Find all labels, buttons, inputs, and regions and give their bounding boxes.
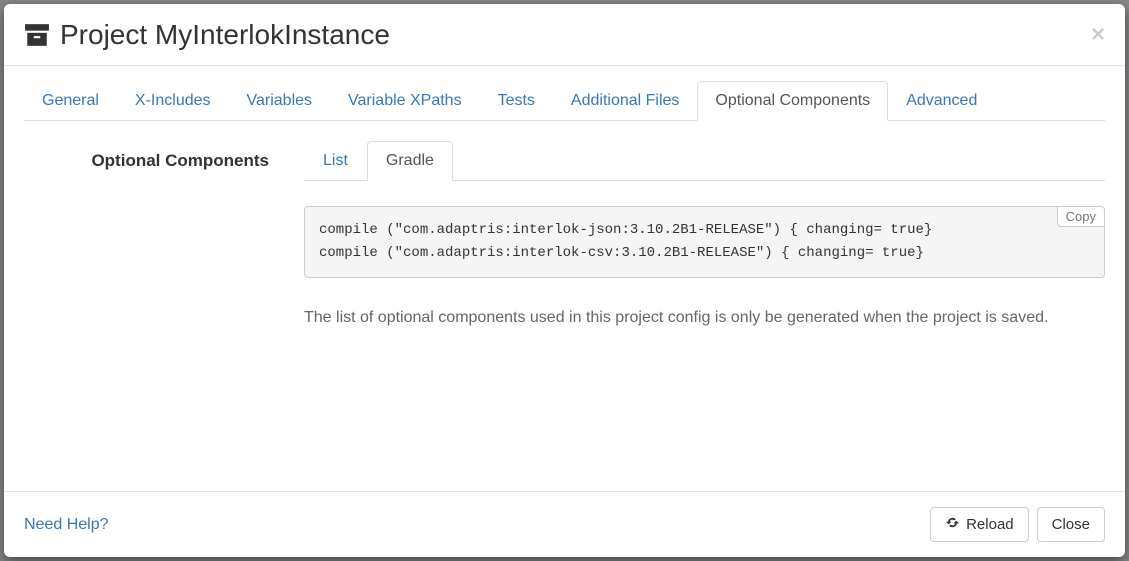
- tab-additional-files[interactable]: Additional Files: [553, 81, 698, 121]
- tab-optional-components[interactable]: Optional Components: [697, 81, 888, 121]
- close-button[interactable]: Close: [1037, 507, 1105, 542]
- reload-icon: [945, 515, 960, 534]
- content-main: List Gradle Copy compile ("com.adaptris:i…: [304, 141, 1105, 330]
- project-modal: Project MyInterlokInstance × General X-I…: [4, 4, 1125, 557]
- tab-variables[interactable]: Variables: [229, 81, 331, 121]
- tab-tests[interactable]: Tests: [480, 81, 553, 121]
- tab-x-includes[interactable]: X-Includes: [117, 81, 229, 121]
- content-row: Optional Components List Gradle Copy comp…: [24, 141, 1105, 330]
- tab-variable-xpaths[interactable]: Variable XPaths: [330, 81, 480, 121]
- reload-label: Reload: [966, 516, 1014, 533]
- modal-header: Project MyInterlokInstance ×: [4, 4, 1125, 66]
- sub-tab-list[interactable]: List: [304, 141, 367, 181]
- modal-title: Project MyInterlokInstance: [24, 19, 390, 51]
- modal-body: General X-Includes Variables Variable XP…: [4, 66, 1125, 491]
- close-icon[interactable]: ×: [1091, 23, 1105, 47]
- info-text: The list of optional components used in …: [304, 306, 1105, 330]
- modal-title-text: Project MyInterlokInstance: [60, 19, 390, 51]
- tab-advanced[interactable]: Advanced: [888, 81, 995, 121]
- sub-tab-gradle[interactable]: Gradle: [367, 141, 453, 181]
- help-link[interactable]: Need Help?: [24, 516, 109, 534]
- code-content: compile ("com.adaptris:interlok-json:3.1…: [319, 222, 932, 261]
- section-heading: Optional Components: [24, 141, 284, 330]
- copy-button[interactable]: Copy: [1057, 206, 1105, 227]
- archive-icon: [24, 23, 50, 47]
- gradle-code-block: Copy compile ("com.adaptris:interlok-json…: [304, 206, 1105, 278]
- modal-footer: Need Help? Reload Close: [4, 491, 1125, 557]
- reload-button[interactable]: Reload: [930, 507, 1029, 542]
- sub-tabs: List Gradle: [304, 141, 1105, 181]
- tab-general[interactable]: General: [24, 81, 117, 121]
- footer-buttons: Reload Close: [930, 507, 1105, 542]
- main-tabs: General X-Includes Variables Variable XP…: [24, 81, 1105, 121]
